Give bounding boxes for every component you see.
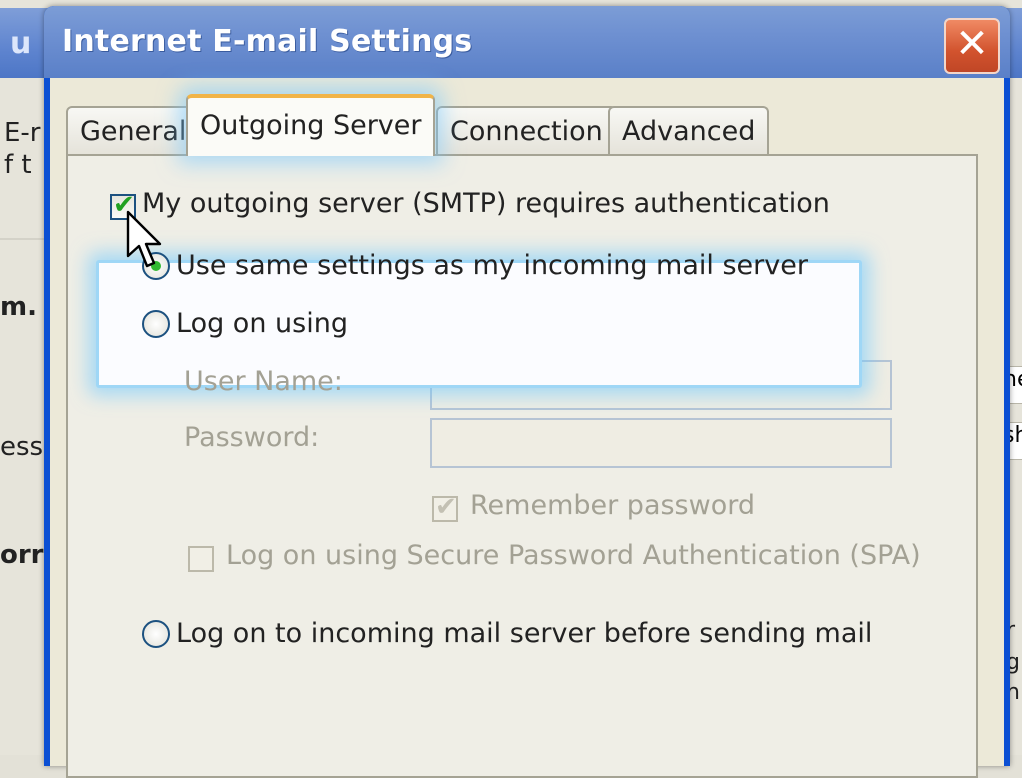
tab-outgoing-server-label: Outgoing Server — [200, 110, 422, 141]
radio-log-on-incoming-first[interactable] — [142, 620, 170, 648]
background-title-fragment: u — [10, 26, 32, 61]
background-text-2: f t — [4, 150, 32, 180]
radio-log-on-incoming-first-label: Log on to incoming mail server before se… — [176, 618, 873, 649]
spa-label: Log on using Secure Password Authenticat… — [226, 540, 921, 571]
password-label: Password: — [184, 422, 320, 453]
remember-password-checkbox[interactable]: ✔ — [432, 492, 458, 522]
dialog-body: General Outgoing Server Connection Advan… — [50, 78, 1004, 778]
background-text-1: E-r — [4, 118, 41, 148]
password-field[interactable] — [430, 418, 892, 468]
background-text-5: orr — [0, 540, 44, 570]
tab-connection-label: Connection — [450, 116, 603, 147]
tab-general-label: General — [80, 116, 187, 147]
radio-same-settings-label: Use same settings as my incoming mail se… — [176, 250, 808, 281]
internet-email-settings-dialog: Internet E-mail Settings ✕ General Outgo… — [44, 6, 1010, 778]
radio-log-on-using-label: Log on using — [176, 308, 348, 339]
remember-password-label: Remember password — [470, 490, 755, 521]
dialog-title: Internet E-mail Settings — [62, 24, 473, 59]
background-text-3: m. — [0, 292, 37, 322]
tab-advanced-label: Advanced — [622, 116, 756, 147]
tab-connection[interactable]: Connection — [436, 106, 617, 154]
dialog-titlebar[interactable]: Internet E-mail Settings ✕ — [44, 6, 1010, 78]
smtp-auth-label: My outgoing server (SMTP) requires authe… — [142, 188, 830, 219]
tab-general[interactable]: General — [66, 106, 201, 154]
user-name-label: User Name: — [184, 366, 343, 397]
close-icon: ✕ — [955, 21, 989, 67]
radio-log-on-using[interactable] — [142, 310, 170, 338]
spa-checkbox[interactable] — [188, 546, 214, 572]
mouse-pointer-icon — [126, 210, 162, 268]
close-button[interactable]: ✕ — [944, 18, 1000, 74]
background-text-4: ess — [0, 432, 44, 462]
tab-outgoing-server[interactable]: Outgoing Server — [186, 94, 436, 156]
tab-advanced[interactable]: Advanced — [608, 106, 770, 154]
checkmark-icon-disabled: ✔ — [435, 492, 457, 522]
